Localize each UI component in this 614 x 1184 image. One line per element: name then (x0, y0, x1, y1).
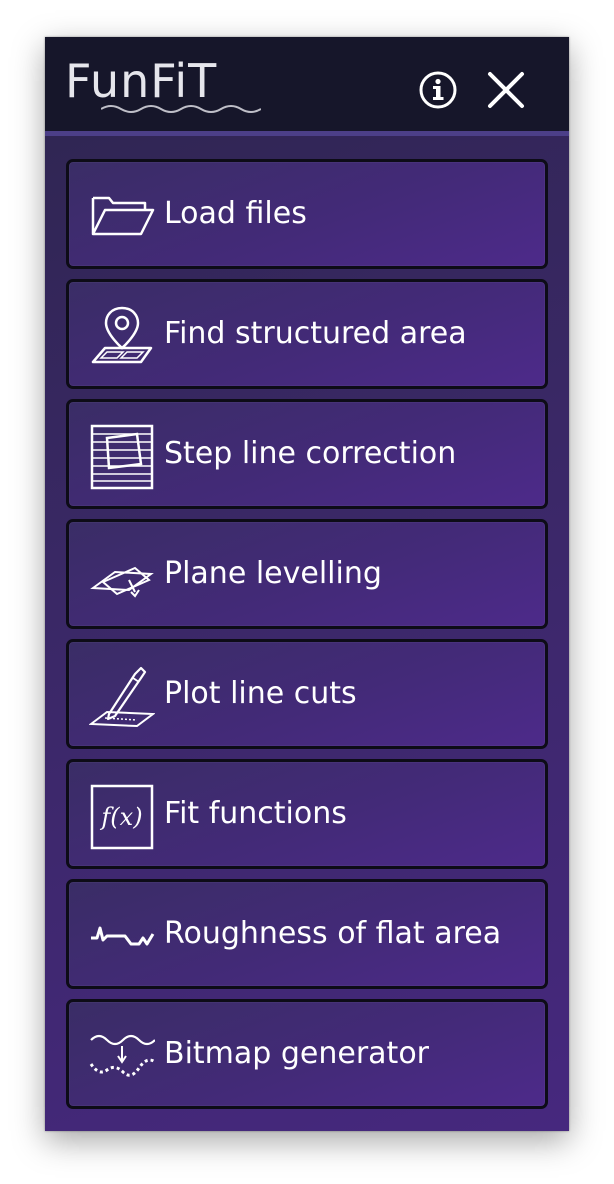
bitmap-generator-label: Bitmap generator (164, 1036, 430, 1071)
map-pin-icon (91, 306, 153, 364)
step-line-icon (90, 424, 154, 490)
plot-line-cuts-button[interactable]: Plot line cuts (66, 639, 548, 749)
titlebar: FunFiT (45, 37, 569, 131)
roughness-of-flat-area-button[interactable]: Roughness of flat area (66, 879, 548, 989)
plot-line-cuts-label: Plot line cuts (164, 676, 357, 711)
roughness-of-flat-area-label: Roughness of flat area (164, 916, 502, 951)
fit-functions-button[interactable]: f(x) Fit functions (66, 759, 548, 869)
logo-wave-icon (101, 105, 261, 113)
step-line-correction-label: Step line correction (164, 436, 457, 471)
close-icon (488, 72, 524, 108)
load-files-button[interactable]: Load files (66, 159, 548, 269)
pen-cut-icon (89, 666, 155, 728)
step-line-correction-button[interactable]: Step line correction (66, 399, 548, 509)
svg-text:f(x): f(x) (99, 803, 142, 831)
plane-levelling-button[interactable]: Plane levelling (66, 519, 548, 629)
bitmap-generator-button[interactable]: Bitmap generator (66, 999, 548, 1109)
bitmap-icon (89, 1034, 155, 1077)
find-structured-area-label: Find structured area (164, 316, 467, 351)
info-icon (419, 71, 457, 109)
roughness-wave-icon (91, 926, 155, 946)
app-window: FunFiT Load files Find structured area S… (45, 37, 569, 1131)
info-button[interactable] (417, 69, 459, 111)
function-icon: f(x) (90, 784, 154, 850)
fit-functions-label: Fit functions (164, 796, 347, 831)
folder-icon (91, 196, 155, 236)
find-structured-area-button[interactable]: Find structured area (66, 279, 548, 389)
plane-levelling-label: Plane levelling (164, 556, 382, 591)
plane-icon (90, 566, 154, 598)
close-button[interactable] (485, 69, 527, 111)
titlebar-divider (45, 131, 569, 136)
load-files-label: Load files (164, 196, 307, 231)
